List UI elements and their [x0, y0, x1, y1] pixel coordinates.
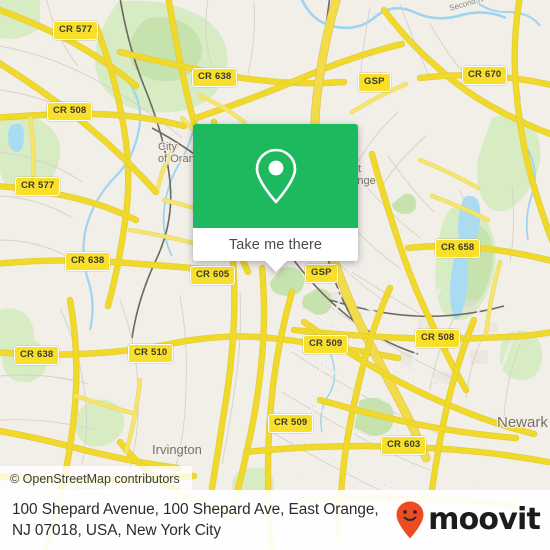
take-me-there-button[interactable]: Take me there — [193, 228, 358, 261]
route-shield: CR 508 — [47, 102, 93, 121]
route-shield: CR 605 — [190, 266, 236, 285]
osm-attribution-text: © OpenStreetMap contributors — [10, 472, 180, 486]
route-shield: CR 638 — [192, 68, 238, 87]
route-shield: CR 577 — [53, 21, 99, 40]
route-shield: CR 577 — [15, 177, 61, 196]
route-shield: GSP — [358, 73, 391, 92]
route-shield: CR 638 — [14, 346, 60, 365]
route-shield: CR 658 — [435, 239, 481, 258]
route-shield: GSP — [305, 264, 338, 283]
moovit-logo[interactable]: moovit — [395, 500, 541, 540]
footer-bar: 100 Shepard Avenue, 100 Shepard Ave, Eas… — [0, 490, 550, 550]
take-me-there-label: Take me there — [228, 236, 323, 253]
route-shield: CR 638 — [65, 252, 111, 271]
map-popup[interactable]: Take me there — [193, 124, 358, 272]
map-pin-icon — [255, 148, 296, 204]
route-shield: CR 509 — [303, 335, 349, 354]
map-screen: .wtr { fill:none; stroke:#9ed4f0; } .wfi… — [0, 0, 550, 550]
route-shield: CR 603 — [381, 436, 427, 455]
route-shield: CR 510 — [128, 344, 174, 363]
osm-attribution[interactable]: © OpenStreetMap contributors — [0, 466, 192, 492]
address-text: 100 Shepard Avenue, 100 Shepard Ave, Eas… — [12, 501, 379, 539]
route-shield: CR 509 — [268, 414, 314, 433]
route-shield: CR 670 — [462, 66, 508, 85]
moovit-pin-icon — [396, 501, 424, 539]
popup-header — [193, 124, 358, 228]
moovit-wordmark: moovit — [428, 502, 541, 537]
route-shield: CR 508 — [415, 329, 461, 348]
popup-tail — [264, 261, 287, 272]
